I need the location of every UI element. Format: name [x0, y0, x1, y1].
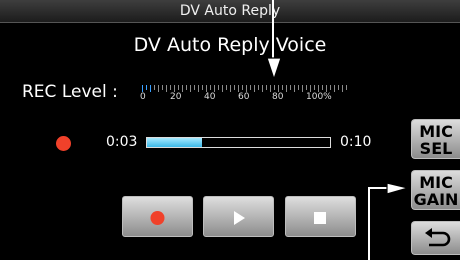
elapsed-time: 0:03 — [106, 134, 138, 150]
meter-tick — [282, 85, 283, 90]
meter-scale-label: 60 — [238, 92, 250, 102]
meter-scale-label: 40 — [204, 92, 216, 102]
meter-tick — [230, 85, 231, 92]
meter-tick — [238, 85, 239, 92]
meter-tick — [202, 85, 203, 90]
meter-tick — [162, 85, 163, 90]
record-button[interactable] — [122, 196, 193, 237]
meter-tick — [242, 85, 243, 90]
meter-tick — [314, 85, 315, 90]
mic-gain-button[interactable]: MIC GAIN — [411, 170, 460, 210]
meter-tick — [194, 85, 195, 90]
meter-tick — [150, 85, 151, 92]
meter-tick — [274, 85, 275, 90]
meter-tick — [186, 85, 187, 90]
meter-tick — [266, 85, 267, 90]
meter-tick — [214, 85, 215, 92]
meter-tick — [206, 85, 207, 92]
meter-tick — [198, 85, 199, 92]
mic-sel-label-line2: SEL — [419, 139, 453, 158]
meter-tick — [338, 85, 339, 90]
window-title: DV Auto Reply — [179, 3, 281, 19]
meter-tick — [210, 85, 211, 90]
meter-scale-label: 20 — [170, 92, 182, 102]
meter-tick — [262, 85, 263, 92]
callout-line — [272, 0, 274, 60]
meter-tick — [334, 85, 335, 92]
record-icon — [150, 211, 165, 225]
stop-icon — [314, 212, 326, 224]
meter-tick — [250, 85, 251, 90]
meter-tick — [142, 85, 143, 92]
record-indicator-icon — [56, 136, 71, 151]
mic-gain-label-line1: MIC — [419, 173, 453, 192]
meter-tick — [342, 85, 343, 92]
mic-sel-button[interactable]: MIC SEL — [411, 119, 460, 159]
meter-tick — [246, 85, 247, 92]
meter-tick — [146, 85, 147, 90]
meter-tick — [318, 85, 319, 92]
meter-tick — [154, 85, 155, 90]
mic-sel-label-line1: MIC — [419, 122, 453, 141]
meter-tick — [226, 85, 227, 90]
meter-tick — [326, 85, 327, 92]
meter-tick — [218, 85, 219, 90]
play-button[interactable] — [203, 196, 274, 237]
meter-scale-label: 80 — [272, 92, 284, 102]
meter-tick — [158, 85, 159, 92]
meter-tick — [178, 85, 179, 90]
rec-level-label: REC Level : — [22, 82, 118, 102]
rec-level-meter — [142, 85, 352, 92]
meter-tick — [182, 85, 183, 92]
total-time: 0:10 — [340, 134, 372, 150]
meter-tick — [346, 85, 347, 90]
meter-tick — [278, 85, 279, 92]
meter-tick — [270, 85, 271, 92]
meter-tick — [234, 85, 235, 90]
meter-tick — [330, 85, 331, 90]
meter-scale-label: 100% — [306, 92, 332, 102]
meter-tick — [290, 85, 291, 90]
meter-scale-label: 0 — [140, 92, 146, 102]
playback-progress-fill — [147, 138, 202, 147]
mic-gain-label-line2: GAIN — [413, 190, 459, 209]
page-title: DV Auto Reply Voice — [133, 34, 327, 56]
meter-tick — [286, 85, 287, 92]
return-arrow-icon — [425, 228, 451, 247]
back-button[interactable] — [411, 221, 460, 255]
callout-arrow-down — [266, 57, 282, 81]
meter-tick — [166, 85, 167, 92]
meter-tick — [310, 85, 311, 92]
stop-button[interactable] — [285, 196, 356, 237]
meter-tick — [306, 85, 307, 90]
callout-line — [368, 187, 370, 260]
meter-tick — [174, 85, 175, 92]
meter-tick — [170, 85, 171, 90]
meter-tick — [302, 85, 303, 92]
meter-tick — [298, 85, 299, 90]
meter-tick — [190, 85, 191, 92]
play-icon — [234, 211, 245, 225]
meter-tick — [254, 85, 255, 92]
meter-tick — [294, 85, 295, 92]
meter-tick — [322, 85, 323, 90]
meter-tick — [222, 85, 223, 92]
callout-arrow-right — [386, 182, 411, 195]
meter-tick — [258, 85, 259, 90]
playback-progress-bar — [146, 137, 331, 148]
